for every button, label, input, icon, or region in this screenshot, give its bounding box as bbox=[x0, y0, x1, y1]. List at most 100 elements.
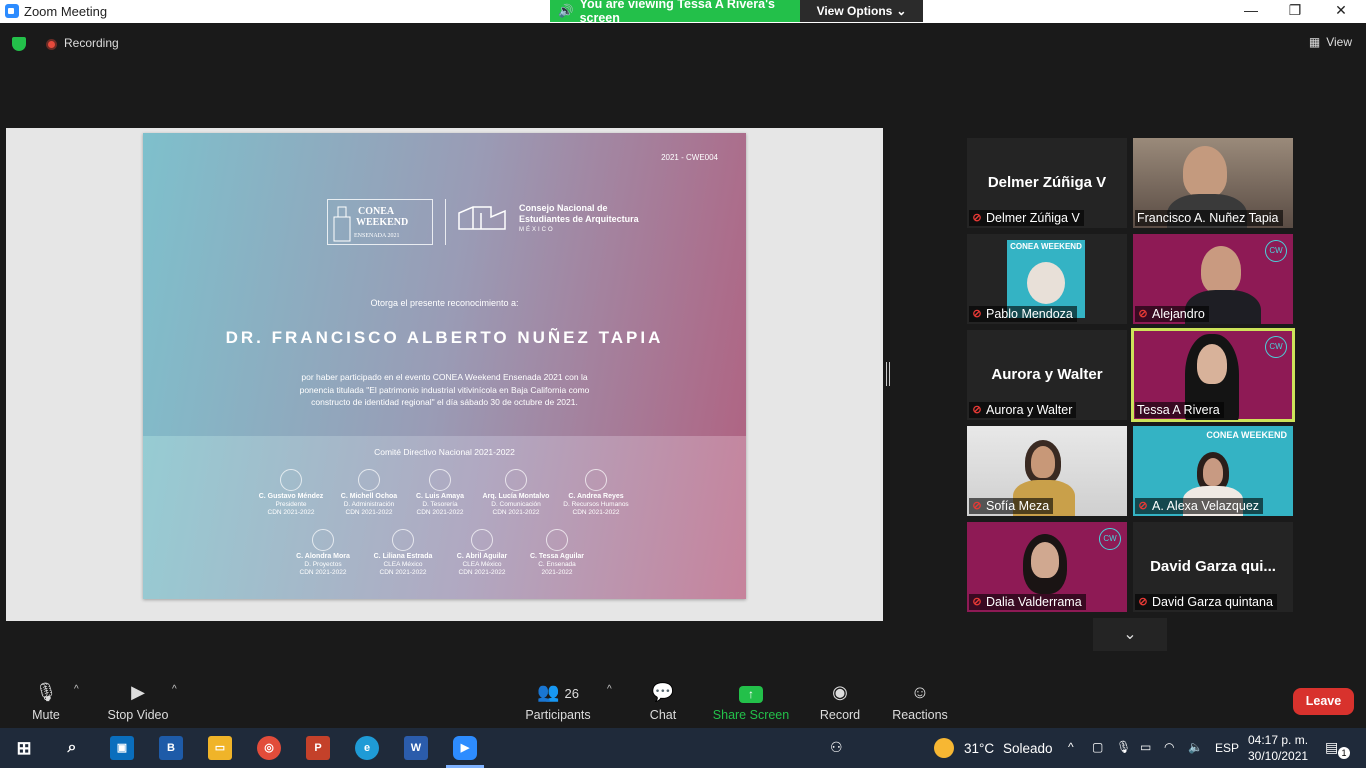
share-screen-icon: ↑ bbox=[712, 682, 790, 703]
signer-name: C. Tessa Aguilar bbox=[529, 553, 585, 560]
record-button[interactable]: ◉ Record bbox=[815, 682, 865, 722]
people-icon[interactable]: ⚇ bbox=[830, 739, 843, 756]
participants-options-caret[interactable]: ^ bbox=[607, 684, 612, 695]
battery-icon[interactable]: ▭ bbox=[1140, 740, 1151, 754]
search-icon[interactable]: ⌕ bbox=[60, 736, 84, 760]
participants-icon: 👥 26 bbox=[537, 682, 579, 702]
video-tile[interactable]: Delmer Zúñiga V ⊘ Delmer Zúñiga V bbox=[967, 138, 1127, 228]
video-camera-icon: ▶ bbox=[131, 682, 145, 702]
restore-button[interactable]: ❐ bbox=[1272, 2, 1318, 19]
weather-temperature[interactable]: 31°C bbox=[964, 741, 994, 756]
participant-video bbox=[1031, 542, 1059, 578]
chat-icon: 💬 bbox=[651, 682, 675, 702]
volume-icon[interactable]: 🔈 bbox=[1188, 740, 1203, 754]
video-tile[interactable]: CW ⊘ Alejandro bbox=[1133, 234, 1293, 324]
video-options-caret[interactable]: ^ bbox=[172, 684, 177, 695]
certificate-code: 2021 - CWE004 bbox=[661, 153, 718, 162]
conea-weekend-logo: CONEA WEEKEND ENSENADA 2021 bbox=[327, 199, 433, 245]
zoom-taskbar-icon[interactable]: ▶ bbox=[453, 736, 477, 760]
signer-name: C. Andrea Reyes bbox=[568, 493, 624, 500]
audio-options-caret[interactable]: ^ bbox=[74, 684, 79, 695]
certificate-paragraph: por haber participado en el evento CONEA… bbox=[299, 372, 590, 407]
mic-muted-icon: ⊘ bbox=[972, 308, 982, 320]
video-tile-active-speaker[interactable]: CW Tessa A Rivera bbox=[1131, 328, 1295, 422]
clock-date[interactable]: 30/10/2021 bbox=[1248, 749, 1308, 763]
signer-period: CDN 2021-2022 bbox=[458, 569, 506, 576]
bizagi-app-icon[interactable]: B bbox=[159, 736, 183, 760]
cw-logo-badge: CW bbox=[1099, 528, 1121, 550]
video-tile[interactable]: ⊘ Sofía Meza bbox=[967, 426, 1127, 516]
security-shield-icon[interactable] bbox=[12, 37, 26, 51]
chevron-up-icon[interactable]: ^ bbox=[1068, 740, 1074, 754]
participant-name: Delmer Zúñiga V bbox=[986, 211, 1080, 225]
microphone-tray-icon[interactable]: 🎙 bbox=[1116, 740, 1131, 754]
powerpoint-icon[interactable]: P bbox=[306, 736, 330, 760]
participant-video bbox=[1183, 146, 1227, 198]
zoom-app-icon bbox=[5, 4, 19, 18]
participants-button[interactable]: 👥 26 Participants bbox=[524, 682, 592, 722]
participant-name-large: Delmer Zúñiga V bbox=[987, 174, 1107, 191]
notifications-icon[interactable]: ▤ bbox=[1325, 739, 1338, 756]
participant-video bbox=[1201, 246, 1241, 294]
mute-label: Mute bbox=[32, 708, 60, 722]
gallery-collapse-button[interactable]: ⌄ bbox=[1093, 618, 1167, 651]
stop-video-button[interactable]: ▶ Stop Video bbox=[104, 682, 172, 722]
org-line1: Consejo Nacional de bbox=[519, 203, 608, 213]
chrome-icon[interactable]: ◎ bbox=[257, 736, 281, 760]
signer-role: CLEA México bbox=[383, 561, 423, 568]
weather-sun-icon[interactable] bbox=[934, 738, 954, 758]
camera-tray-icon[interactable]: ▢ bbox=[1092, 740, 1103, 754]
view-options-button[interactable]: View Options ⌄ bbox=[800, 0, 923, 22]
logo-divider bbox=[445, 199, 446, 245]
participant-name: David Garza quintana bbox=[1152, 595, 1273, 609]
leave-button[interactable]: Leave bbox=[1293, 688, 1354, 715]
share-screen-button[interactable]: ↑ Share Screen bbox=[712, 682, 790, 722]
video-tile[interactable]: CONEA WEEKEND ⊘ A. Alexa Velazquez bbox=[1133, 426, 1293, 516]
reactions-button[interactable]: ☺ Reactions bbox=[890, 682, 950, 722]
signature-mark bbox=[358, 469, 380, 491]
video-tile[interactable]: CONEA WEEKEND ⊘ Pablo Mendoza bbox=[967, 234, 1127, 324]
signature-block: C. Tessa Aguilar C. Ensenada 2021-2022 bbox=[515, 529, 599, 577]
store-app-icon[interactable]: ▣ bbox=[110, 736, 134, 760]
participant-name: Dalia Valderrama bbox=[986, 595, 1082, 609]
chevron-down-icon: ⌄ bbox=[896, 4, 907, 18]
weather-description[interactable]: Soleado bbox=[1003, 741, 1053, 756]
org-line2: Estudiantes de Arquitectura bbox=[519, 214, 639, 224]
participant-label: ⊘ David Garza quintana bbox=[1135, 594, 1277, 610]
viewing-share-banner: 🔊 You are viewing Tessa A Rivera's scree… bbox=[550, 0, 800, 25]
splitter-handle[interactable] bbox=[886, 362, 890, 386]
minimize-button[interactable]: — bbox=[1228, 2, 1274, 18]
edge-icon[interactable]: e bbox=[355, 736, 379, 760]
close-button[interactable]: ✕ bbox=[1318, 2, 1364, 19]
view-button[interactable]: ▦ View bbox=[1309, 35, 1352, 49]
file-explorer-icon[interactable]: ▭ bbox=[208, 736, 232, 760]
reactions-label: Reactions bbox=[892, 708, 948, 722]
mic-muted-icon: ⊘ bbox=[1138, 500, 1148, 512]
signer-period: CDN 2021-2022 bbox=[492, 509, 540, 516]
participant-label: ⊘ Sofía Meza bbox=[969, 498, 1054, 514]
language-indicator[interactable]: ESP bbox=[1215, 741, 1239, 755]
signer-period: CDN 2021-2022 bbox=[379, 569, 427, 576]
video-tile[interactable]: CW ⊘ Dalia Valderrama bbox=[967, 522, 1127, 612]
video-tile[interactable]: David Garza qui... ⊘ David Garza quintana bbox=[1133, 522, 1293, 612]
wifi-icon[interactable]: ◠ bbox=[1164, 740, 1174, 754]
participant-name: A. Alexa Velazquez bbox=[1152, 499, 1260, 513]
certificate-recipient: DR. FRANCISCO ALBERTO NUÑEZ TAPIA bbox=[225, 328, 664, 347]
mic-muted-icon: ⊘ bbox=[1138, 308, 1148, 320]
mute-button[interactable]: 🎙 Mute bbox=[26, 682, 66, 722]
word-icon[interactable]: W bbox=[404, 736, 428, 760]
cnea-logo-icon bbox=[458, 206, 506, 230]
chat-button[interactable]: 💬 Chat bbox=[643, 682, 683, 722]
share-screen-label: Share Screen bbox=[712, 708, 790, 722]
cw-logo-badge: CW bbox=[1265, 240, 1287, 262]
logo-line2: WEEKEND bbox=[356, 217, 409, 228]
participant-label: ⊘ Alejandro bbox=[1135, 306, 1209, 322]
video-tile[interactable]: Francisco A. Nuñez Tapia bbox=[1133, 138, 1293, 228]
participant-name: Pablo Mendoza bbox=[986, 307, 1073, 321]
view-label: View bbox=[1326, 35, 1352, 49]
windows-start-icon[interactable]: ⊞ bbox=[12, 736, 36, 760]
participant-video bbox=[1197, 344, 1227, 384]
clock-time[interactable]: 04:17 p. m. bbox=[1248, 733, 1308, 747]
video-tile[interactable]: Aurora y Walter ⊘ Aurora y Walter bbox=[967, 330, 1127, 420]
record-icon: ◉ bbox=[832, 682, 848, 702]
